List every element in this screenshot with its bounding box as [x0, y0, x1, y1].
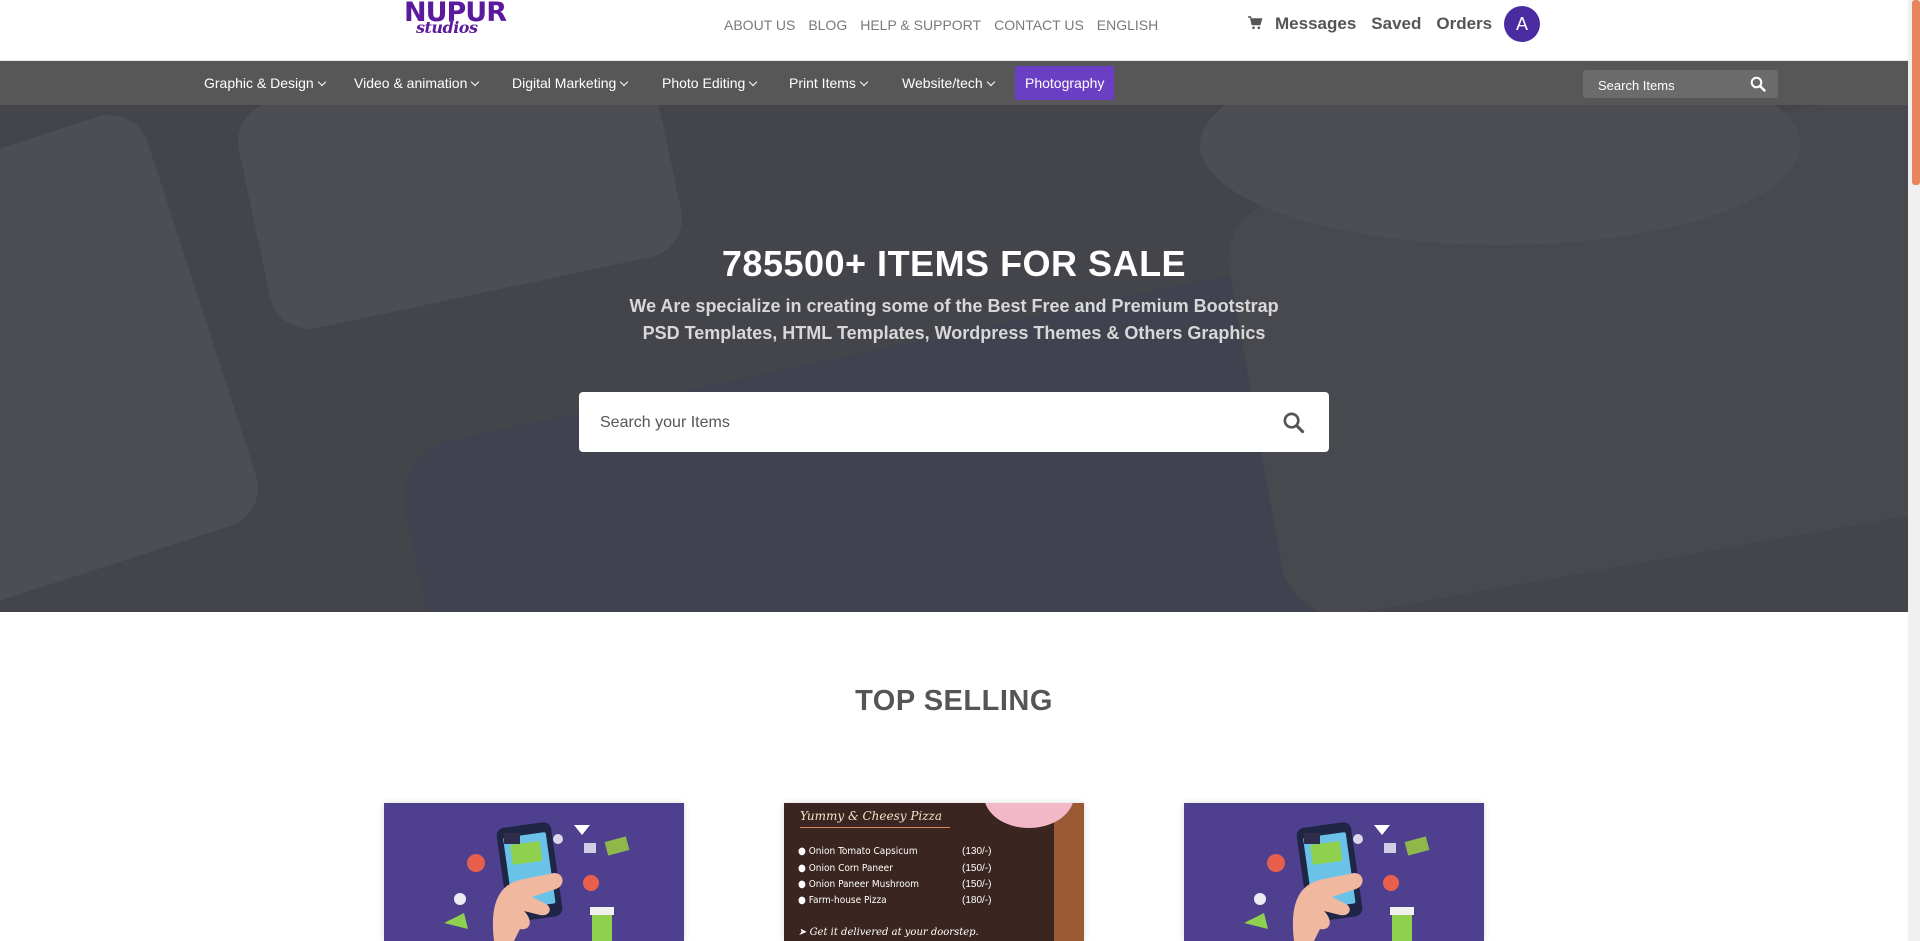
category-label: Print Items: [789, 75, 856, 91]
category-label: Website/tech: [902, 75, 983, 91]
category-label: Photography: [1025, 75, 1105, 91]
category-label: Graphic & Design: [204, 75, 314, 91]
menu-item-price: (150/-): [962, 863, 992, 874]
category-label: Photo Editing: [662, 75, 746, 91]
category-label: Digital Marketing: [512, 75, 617, 91]
messages-link[interactable]: Messages: [1275, 12, 1356, 36]
menu-item-name: Farm-house Pizza: [808, 895, 887, 906]
menu-item: ● Onion Tomato Capsicum: [798, 846, 918, 857]
chevron-down-icon: [471, 77, 480, 87]
digital-marketing-illustration: [1244, 822, 1430, 941]
orders-link[interactable]: Orders: [1436, 12, 1492, 36]
link-help-support[interactable]: HELP & SUPPORT: [860, 14, 981, 36]
wood-texture: [1054, 803, 1084, 941]
hero-banner: 785500+ ITEMS FOR SALE We Are specialize…: [0, 105, 1908, 612]
hero-search-box: [579, 392, 1329, 454]
language-selector[interactable]: ENGLISH: [1097, 14, 1158, 36]
menu-item-price: (180/-): [962, 895, 992, 906]
search-icon[interactable]: [1282, 411, 1305, 434]
hero-search-input[interactable]: [579, 392, 1262, 454]
scrollbar-thumb[interactable]: [1912, 0, 1920, 185]
category-website-tech[interactable]: Website/tech: [902, 61, 995, 105]
link-blog[interactable]: BLOG: [808, 14, 847, 36]
menu-item-price: (150/-): [962, 879, 992, 890]
menu-item: ● Farm-house Pizza: [798, 895, 887, 906]
chevron-down-icon: [317, 77, 326, 87]
menu-heading: Yummy & Cheesy Pizza: [800, 809, 943, 823]
category-photo-editing[interactable]: Photo Editing: [662, 61, 758, 105]
product-card[interactable]: Yummy & Cheesy Pizza ● Onion Tomato Caps…: [784, 803, 1084, 941]
hero-overlay: [0, 105, 1908, 612]
menu-item-name: Onion Corn Paneer: [808, 863, 893, 874]
category-digital-marketing[interactable]: Digital Marketing: [512, 61, 629, 105]
category-print-items[interactable]: Print Items: [789, 61, 869, 105]
menu-item-name: Onion Tomato Capsicum: [808, 846, 918, 857]
saved-link[interactable]: Saved: [1371, 12, 1421, 36]
top-header: NUPUR studios ABOUT US BLOG HELP & SUPPO…: [0, 0, 1908, 61]
category-photography[interactable]: Photography: [1015, 66, 1115, 100]
menu-footer-text: Get it delivered at your doorstep.: [809, 927, 979, 938]
menu-item-price: (130/-): [962, 846, 992, 857]
section-title: TOP SELLING: [855, 685, 1053, 717]
top-links: ABOUT US BLOG HELP & SUPPORT CONTACT US …: [724, 14, 1171, 36]
digital-marketing-illustration: [444, 822, 630, 941]
category-graphic-design[interactable]: Graphic & Design: [204, 61, 326, 105]
search-icon[interactable]: [1750, 76, 1766, 92]
menu-footer: ➤ Get it delivered at your doorstep.: [798, 927, 979, 938]
nav-search: [1583, 70, 1778, 100]
chevron-down-icon: [620, 77, 629, 87]
link-about-us[interactable]: ABOUT US: [724, 14, 795, 36]
menu-item: ● Onion Paneer Mushroom: [798, 879, 919, 890]
divider: [800, 827, 950, 828]
category-label: Video & animation: [354, 75, 468, 91]
hero-subtitle: We Are specialize in creating some of th…: [629, 296, 1279, 343]
logo-subtitle: studios: [416, 18, 478, 37]
menu-item: ● Onion Corn Paneer: [798, 863, 893, 874]
product-card[interactable]: [384, 803, 684, 941]
nav-search-input[interactable]: [1583, 70, 1750, 100]
user-avatar[interactable]: A: [1504, 6, 1540, 42]
link-contact-us[interactable]: CONTACT US: [994, 14, 1084, 36]
user-links: Messages Saved Orders: [1275, 12, 1507, 36]
chevron-down-icon: [859, 77, 869, 87]
chevron-down-icon: [749, 77, 758, 87]
shopping-cart-icon[interactable]: [1247, 15, 1263, 31]
category-nav: Graphic & Design Video & animation Digit…: [0, 61, 1908, 105]
product-card[interactable]: [1184, 803, 1484, 941]
chevron-down-icon: [986, 77, 995, 87]
menu-item-name: Onion Paneer Mushroom: [808, 879, 919, 890]
site-logo[interactable]: NUPUR studios: [404, 0, 507, 40]
category-video-animation[interactable]: Video & animation: [354, 61, 480, 105]
hero-title: 785500+ ITEMS FOR SALE: [721, 243, 1187, 284]
